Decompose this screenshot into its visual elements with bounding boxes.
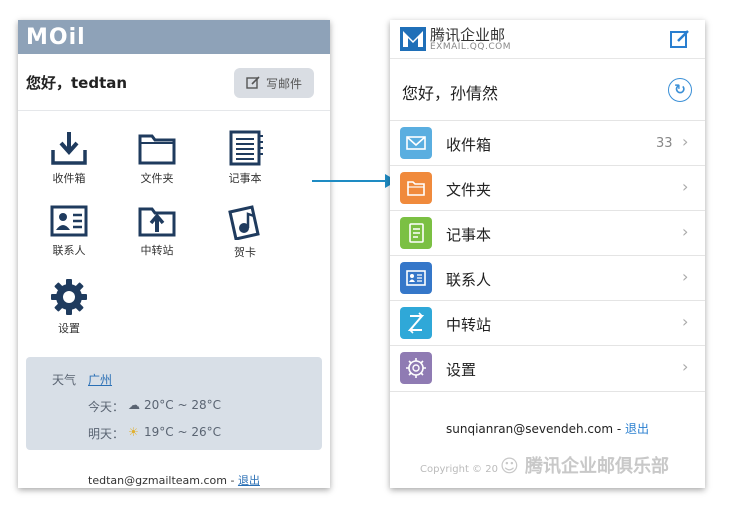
old-app-label: 中转站	[140, 244, 174, 257]
menu-row-folder[interactable]: 文件夹 ›	[390, 165, 705, 211]
old-greeting: 您好，tedtan	[26, 74, 128, 92]
new-greeting: 您好，孙倩然	[402, 84, 499, 103]
mail-icon	[400, 127, 432, 159]
chevron-right-icon: ›	[682, 132, 689, 151]
old-app-contacts[interactable]: 联系人	[34, 204, 104, 258]
menu-label: 文件夹	[446, 181, 492, 199]
old-logout-link[interactable]: 退出	[238, 474, 260, 487]
old-app-label: 设置	[58, 322, 80, 335]
sun-cloud-icon: ☀	[128, 425, 139, 439]
watermark-text: 腾讯企业邮俱乐部	[525, 456, 670, 477]
new-logout-link[interactable]: 退出	[625, 422, 649, 436]
menu-row-inbox[interactable]: 收件箱 33 ›	[390, 120, 705, 166]
transition-arrow-line	[312, 180, 386, 182]
contact-card-icon	[400, 262, 432, 294]
menu-label: 收件箱	[446, 136, 492, 154]
gear-icon	[51, 279, 87, 315]
compose-icon[interactable]	[670, 29, 690, 49]
old-app-card[interactable]: 贺卡	[210, 204, 280, 260]
old-app-label: 收件箱	[52, 172, 86, 185]
old-app-label: 文件夹	[140, 172, 174, 185]
new-footer-email: sunqianran@sevendeh.com -	[445, 422, 625, 436]
compose-icon	[246, 76, 260, 89]
contact-card-icon	[50, 205, 88, 237]
old-footer: tedtan@gzmailteam.com - 退出	[18, 472, 330, 488]
new-header-bar: 腾讯企业邮 EXMAIL.QQ.COM	[390, 20, 705, 59]
old-header-bar: MOil	[18, 20, 330, 54]
weather-tomorrow-label: 明天：	[88, 427, 125, 441]
old-app-transfer[interactable]: 中转站	[122, 204, 192, 258]
copyright-text: Copyright © 20	[420, 464, 498, 475]
old-app-label: 联系人	[52, 244, 86, 257]
chevron-right-icon: ›	[682, 177, 689, 196]
menu-label: 联系人	[446, 271, 492, 289]
old-app-settings[interactable]: 设置	[34, 278, 104, 336]
old-app-label: 贺卡	[234, 246, 256, 259]
refresh-icon[interactable]: ↻	[668, 78, 692, 102]
upload-folder-icon	[138, 207, 176, 237]
chevron-right-icon: ›	[682, 312, 689, 331]
new-footer: sunqianran@sevendeh.com - 退出	[390, 420, 705, 437]
weather-city-link[interactable]: 广州	[88, 371, 112, 388]
cloud-icon: ☁	[128, 398, 140, 412]
old-mail-ui: MOil 您好，tedtan 写邮件 收件箱 文件夹 记事本 联系人 中转站 贺…	[18, 20, 330, 488]
weather-today-label: 今天：	[88, 400, 125, 414]
gear-icon	[400, 352, 432, 384]
folder-icon	[400, 172, 432, 204]
old-app-notebook[interactable]: 记事本	[210, 130, 280, 186]
old-app-folder[interactable]: 文件夹	[122, 130, 192, 186]
new-brand-subtitle: EXMAIL.QQ.COM	[430, 42, 511, 52]
menu-label: 中转站	[446, 316, 492, 334]
menu-row-notebook[interactable]: 记事本 ›	[390, 210, 705, 256]
old-weather-panel: 天气 广州 今天： ☁ 20°C ~ 28°C 明天： ☀ 19°C ~ 26°…	[26, 357, 322, 450]
exmail-logo-icon	[400, 27, 426, 51]
new-mail-ui: 腾讯企业邮 EXMAIL.QQ.COM 您好，孙倩然 ↻ 收件箱 33 › 文件…	[390, 20, 705, 488]
inbox-download-icon	[51, 132, 87, 165]
old-write-button[interactable]: 写邮件	[234, 68, 314, 98]
old-app-label: 记事本	[228, 172, 262, 185]
chevron-right-icon: ›	[682, 267, 689, 286]
divider	[18, 110, 330, 111]
watermark: ☺ 腾讯企业邮俱乐部	[500, 452, 669, 478]
menu-row-settings[interactable]: 设置 ›	[390, 345, 705, 392]
old-footer-email: tedtan@gzmailteam.com -	[88, 474, 238, 487]
menu-row-contacts[interactable]: 联系人 ›	[390, 255, 705, 301]
greeting-card-icon	[228, 205, 260, 240]
transfer-icon	[400, 307, 432, 339]
unread-count: 33	[656, 136, 673, 151]
weather-today-value: 20°C ~ 28°C	[144, 398, 221, 412]
chevron-right-icon: ›	[682, 357, 689, 376]
old-app-inbox[interactable]: 收件箱	[34, 130, 104, 186]
menu-label: 记事本	[446, 226, 492, 244]
chevron-right-icon: ›	[682, 222, 689, 241]
wechat-icon: ☺	[500, 456, 526, 477]
notebook-icon	[229, 130, 263, 166]
weather-label: 天气	[52, 373, 77, 387]
folder-icon	[138, 134, 176, 165]
old-logo: MOil	[26, 25, 86, 50]
menu-row-transfer[interactable]: 中转站 ›	[390, 300, 705, 346]
old-write-label: 写邮件	[265, 76, 302, 91]
weather-tomorrow-value: 19°C ~ 26°C	[144, 425, 221, 439]
menu-label: 设置	[446, 361, 477, 379]
note-icon	[400, 217, 432, 249]
